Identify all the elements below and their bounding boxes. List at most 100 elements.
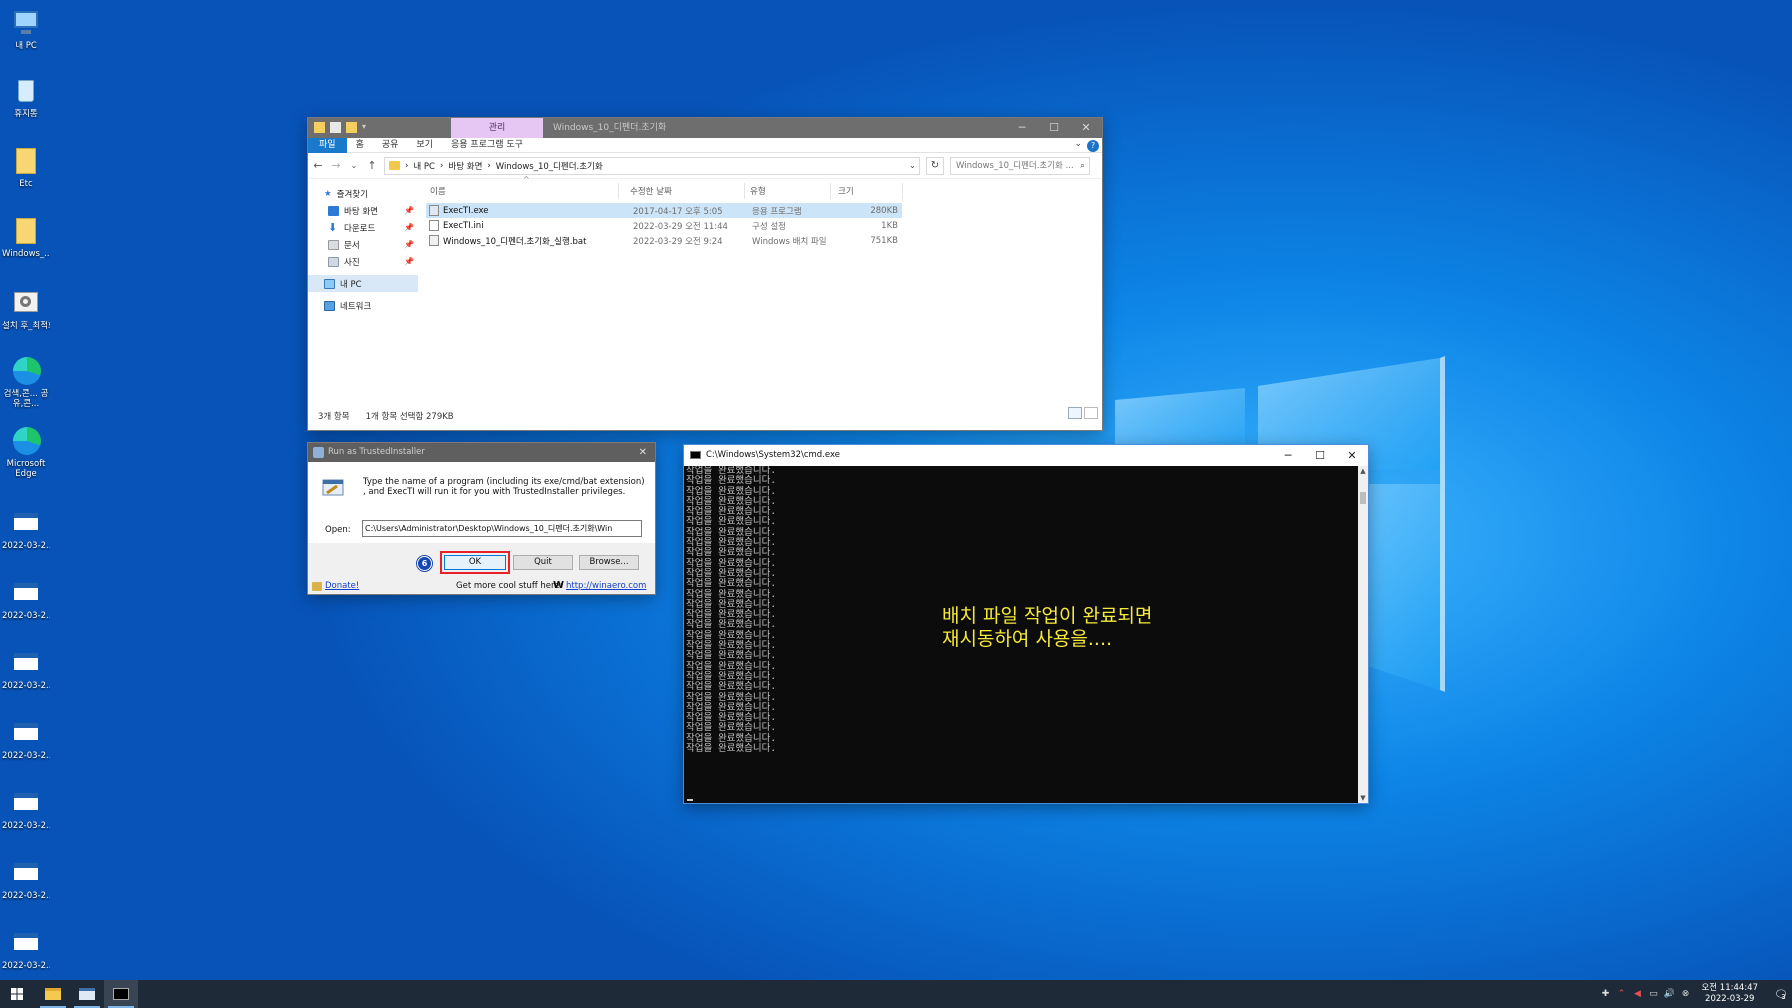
desktop-icon-optimize[interactable]: 설치 후_최적화 — [2, 288, 50, 331]
expand-ribbon-icon[interactable]: ⌄ — [1074, 139, 1082, 149]
pin-icon: 📌 — [404, 206, 414, 215]
minimize-button[interactable]: ─ — [1006, 118, 1038, 138]
console-output[interactable]: 작업을 완료했습니다. 작업을 완료했습니다. 작업을 완료했습니다. 작업을 완료했… — [684, 466, 1358, 803]
taskbar-cmd[interactable] — [104, 980, 138, 1008]
input-method-icon[interactable]: ⊗ — [1679, 989, 1691, 999]
nav-item-pictures[interactable]: 사진 📌 — [308, 253, 418, 270]
breadcrumb-this-pc[interactable]: 내 PC — [413, 160, 435, 172]
properties-icon[interactable] — [330, 122, 341, 133]
nav-network[interactable]: 네트워크 — [308, 297, 418, 314]
vertical-scrollbar[interactable]: ▲ ▼ — [1358, 466, 1368, 803]
desktop-icon-screenshot-2[interactable]: 2022-03-2... — [2, 578, 50, 621]
details-view-icon[interactable] — [1068, 407, 1082, 419]
help-icon[interactable]: ? — [1087, 140, 1099, 152]
desktop-icon-microsoft-edge[interactable]: Microsoft Edge — [2, 426, 50, 479]
network-icon[interactable]: ▭ — [1647, 989, 1659, 999]
desktop-icon-screenshot-7[interactable]: 2022-03-2... — [2, 928, 50, 971]
open-path-input[interactable]: C:\Users\Administrator\Desktop\Windows_1… — [362, 520, 642, 537]
clock[interactable]: 오전 11:44:47 2022-03-29 — [1701, 983, 1758, 1005]
start-button[interactable] — [0, 980, 34, 1008]
tab-view[interactable]: 보기 — [407, 138, 442, 153]
network-warning-icon[interactable]: ◀ — [1631, 989, 1643, 999]
close-button[interactable]: ✕ — [1336, 445, 1368, 466]
tab-share[interactable]: 공유 — [373, 138, 408, 153]
address-bar[interactable]: › 내 PC › 바탕 화면 › Windows_10_디펜더.초기화 ⌄ — [384, 156, 920, 175]
new-folder-icon[interactable] — [346, 122, 357, 133]
settings-shortcut-icon — [11, 288, 41, 318]
donate-link[interactable]: Donate! — [325, 581, 359, 591]
tab-file[interactable]: 파일 — [308, 137, 347, 153]
file-row[interactable]: ExecTI.exe 2017-04-17 오후 5:05 응용 프로그램 28… — [426, 203, 902, 218]
minimize-button[interactable]: ─ — [1272, 445, 1304, 466]
close-button[interactable]: ✕ — [1070, 118, 1102, 138]
column-header-name[interactable]: 이름 — [430, 185, 446, 197]
nav-item-desktop[interactable]: 바탕 화면 📌 — [308, 202, 418, 219]
desktop-icon-screenshot-1[interactable]: 2022-03-2... — [2, 508, 50, 551]
nav-label: 문서 — [344, 240, 360, 251]
screenshot-icon — [11, 648, 41, 678]
cmd-title-bar[interactable]: C:\Windows\System32\cmd.exe ─ ☐ ✕ — [684, 445, 1368, 466]
maximize-button[interactable]: ☐ — [1304, 445, 1336, 466]
recent-locations-icon[interactable]: ⌄ — [348, 161, 360, 170]
up-arrow-icon[interactable]: ↑ — [366, 159, 378, 172]
large-icons-view-icon[interactable] — [1084, 407, 1098, 419]
search-input[interactable]: Windows_10_디펜더.초기화 ... ⌕ — [950, 156, 1090, 175]
back-arrow-icon[interactable]: ← — [312, 159, 324, 172]
maximize-button[interactable]: ☐ — [1038, 118, 1070, 138]
breadcrumb-desktop[interactable]: 바탕 화면 — [448, 160, 482, 172]
taskbar-file-explorer[interactable] — [36, 980, 70, 1008]
download-icon: ⬇ — [328, 221, 338, 234]
scroll-down-icon[interactable]: ▼ — [1358, 794, 1368, 802]
run-as-trustedinstaller-dialog: Run as TrustedInstaller ✕ Type the name … — [308, 443, 655, 594]
chevron-down-icon[interactable]: ⌄ — [909, 161, 916, 171]
nav-this-pc[interactable]: 내 PC — [308, 275, 418, 292]
explorer-title-bar[interactable]: ▾ 관리 Windows_10_디펜더.초기화 ─ ☐ ✕ — [308, 118, 1102, 138]
file-row[interactable]: ExecTI.ini 2022-03-29 오전 11:44 구성 설정 1KB — [426, 218, 902, 233]
notification-center-button[interactable]: 🗨 3 — [1768, 980, 1792, 1008]
desktop-icon-screenshot-4[interactable]: 2022-03-2... — [2, 718, 50, 761]
desktop-icon-edge-shortcut[interactable]: 검색,콘... 공유,콘... — [2, 356, 50, 409]
breadcrumb-folder[interactable]: Windows_10_디펜더.초기화 — [496, 160, 603, 172]
winaero-link[interactable]: http://winaero.com — [566, 581, 646, 591]
refresh-button[interactable]: ↻ — [926, 156, 944, 175]
screenshot-icon — [11, 578, 41, 608]
tab-home[interactable]: 홈 — [347, 138, 373, 153]
network-icon — [324, 300, 335, 311]
chevron-down-icon[interactable]: ▾ — [362, 122, 366, 133]
scroll-up-icon[interactable]: ▲ — [1358, 467, 1368, 475]
file-date: 2022-03-29 오전 9:24 — [633, 236, 723, 247]
desktop-icon-etc-folder[interactable]: Etc — [2, 146, 50, 189]
taskbar-execti[interactable] — [70, 980, 104, 1008]
volume-icon[interactable]: 🔊 — [1663, 989, 1675, 999]
column-header-size[interactable]: 크기 — [838, 185, 854, 197]
folder-icon — [11, 146, 41, 176]
desktop-icon-this-pc[interactable]: 내 PC — [2, 8, 50, 51]
column-header-date[interactable]: 수정한 날짜 — [630, 185, 672, 197]
dialog-title-bar[interactable]: Run as TrustedInstaller ✕ — [308, 443, 655, 462]
nav-quick-access[interactable]: ★ 즐겨찾기 — [308, 185, 418, 202]
desktop-icon-windows-folder[interactable]: Windows_... — [2, 216, 50, 259]
tab-manage-contextual[interactable]: 관리 — [451, 118, 543, 138]
browse-button[interactable]: Browse... — [579, 555, 639, 570]
ok-button[interactable]: OK — [444, 555, 506, 570]
column-header-type[interactable]: 유형 — [750, 185, 766, 197]
nav-item-downloads[interactable]: ⬇ 다운로드 📌 — [308, 219, 418, 236]
desktop-icon-screenshot-5[interactable]: 2022-03-2... — [2, 788, 50, 831]
file-row[interactable]: Windows_10_디펜더.초기화_실행.bat 2022-03-29 오전 … — [426, 233, 902, 248]
folder-icon — [11, 216, 41, 246]
tab-application-tools[interactable]: 응용 프로그램 도구 — [442, 138, 532, 153]
bat-file-icon — [429, 235, 439, 246]
forward-arrow-icon[interactable]: → — [330, 159, 342, 172]
ribbon-tabs: 파일 홈 공유 보기 응용 프로그램 도구 ⌄ ? — [308, 137, 1102, 153]
desktop-icon-recycle-bin[interactable]: 휴지통 — [2, 76, 50, 119]
show-hidden-icons-icon[interactable]: ⌃ — [1615, 989, 1627, 999]
app-tray-icon[interactable]: ✚ — [1599, 989, 1611, 999]
quit-button[interactable]: Quit — [513, 555, 573, 570]
close-button[interactable]: ✕ — [639, 443, 647, 462]
nav-item-documents[interactable]: 문서 📌 — [308, 236, 418, 253]
search-icon: ⌕ — [1080, 160, 1085, 171]
desktop-icon-screenshot-3[interactable]: 2022-03-2... — [2, 648, 50, 691]
scrollbar-thumb[interactable] — [1360, 492, 1366, 504]
desktop-icon-screenshot-6[interactable]: 2022-03-2... — [2, 858, 50, 901]
item-count: 3개 항목 — [318, 411, 350, 422]
